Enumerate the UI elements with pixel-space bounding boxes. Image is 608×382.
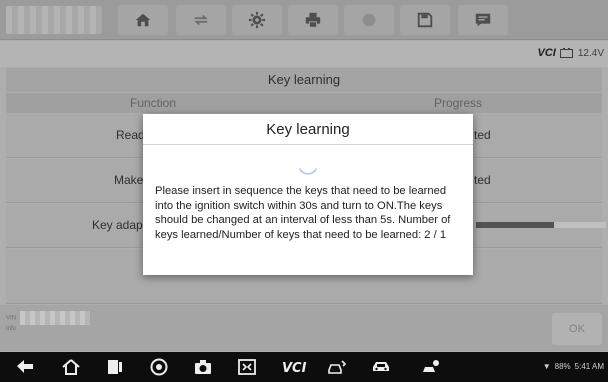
camera-icon xyxy=(195,360,211,374)
car-icon xyxy=(373,362,389,371)
back-button[interactable] xyxy=(14,357,36,377)
dialog-title: Key learning xyxy=(143,114,473,145)
vehicle-service-icon xyxy=(328,360,347,374)
vci-nav-button[interactable]: VCI xyxy=(280,357,310,377)
screen-record-icon xyxy=(238,359,256,375)
home-nav-icon xyxy=(62,359,80,375)
vehicle-service-button[interactable] xyxy=(326,357,348,377)
camera-button[interactable] xyxy=(192,357,214,377)
car-button[interactable] xyxy=(370,357,392,377)
system-navigation-bar: VCI ▼ 88% 5:41 AM xyxy=(0,352,608,382)
recent-apps-icon xyxy=(108,360,122,374)
screen-record-button[interactable] xyxy=(236,357,258,377)
battery-level: 88% xyxy=(554,362,571,371)
key-learning-dialog: Key learning Please insert in sequence t… xyxy=(143,114,473,275)
loading-spinner-icon xyxy=(299,168,317,175)
home-nav-button[interactable] xyxy=(60,357,82,377)
browser-icon xyxy=(150,358,168,376)
vci-icon: VCI xyxy=(282,361,307,376)
clock: 5:41 AM xyxy=(574,362,604,371)
system-status: ▼ 88% 5:41 AM xyxy=(543,362,604,371)
wifi-icon: ▼ xyxy=(542,362,551,371)
recent-apps-button[interactable] xyxy=(104,357,126,377)
svg-text:VCI: VCI xyxy=(282,361,307,376)
browser-button[interactable] xyxy=(148,357,170,377)
dialog-message: Please insert in sequence the keys that … xyxy=(155,185,451,241)
remote-service-button[interactable] xyxy=(420,357,442,377)
remote-service-icon xyxy=(423,360,439,372)
back-icon xyxy=(17,360,33,373)
